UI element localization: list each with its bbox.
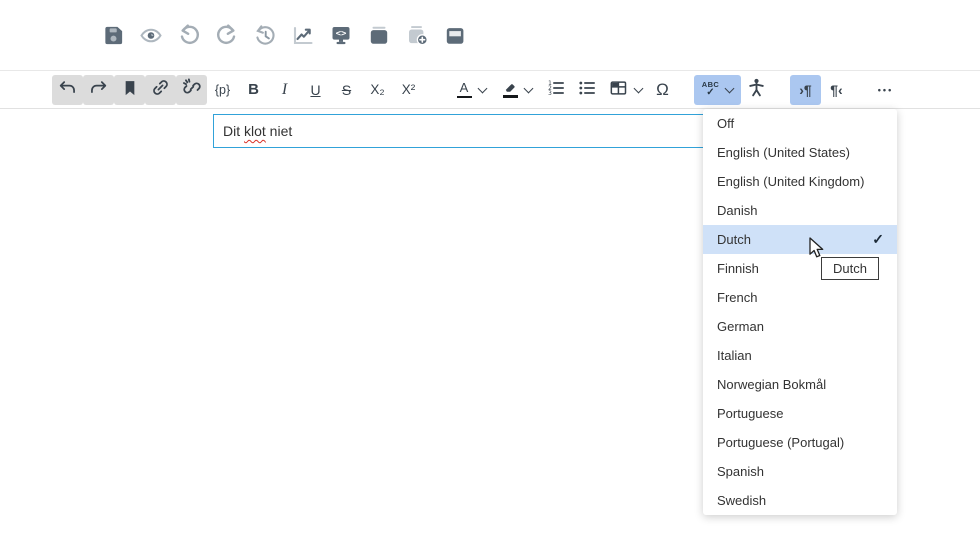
numbered-list-button[interactable]: 123 xyxy=(540,75,571,105)
superscript-button[interactable]: X² xyxy=(393,75,424,105)
save-icon[interactable] xyxy=(101,23,125,47)
text-direction-ltr-button[interactable]: ›¶ xyxy=(790,74,821,105)
menu-item-german[interactable]: German xyxy=(703,312,897,341)
numbered-list-icon: 123 xyxy=(546,78,566,102)
menu-item-off[interactable]: Off xyxy=(703,109,897,138)
menu-item-dutch[interactable]: Dutch ✓ xyxy=(703,225,897,254)
insert-table-button[interactable] xyxy=(602,75,647,105)
editor-text-block[interactable]: Dit klot niet xyxy=(213,114,710,148)
spellcheck-check-glyph: ✓ xyxy=(706,87,715,99)
chevron-down-icon xyxy=(724,83,735,93)
bold-label: B xyxy=(248,81,259,98)
strikethrough-button[interactable]: S xyxy=(331,75,362,105)
accessibility-person-icon xyxy=(746,77,767,102)
subscript-button[interactable]: X₂ xyxy=(362,75,393,105)
menu-item-italian[interactable]: Italian xyxy=(703,341,897,370)
menu-item-english-uk[interactable]: English (United Kingdom) xyxy=(703,167,897,196)
menu-item-spanish[interactable]: Spanish xyxy=(703,457,897,486)
bold-button[interactable]: B xyxy=(238,75,269,105)
highlight-button[interactable] xyxy=(494,75,540,105)
spellcheck-language-menu: Off English (United States) English (Uni… xyxy=(703,109,897,515)
table-icon xyxy=(608,78,628,102)
redo-button[interactable] xyxy=(83,74,114,105)
duplicate-add-icon[interactable] xyxy=(405,23,429,47)
checkmark-icon: ✓ xyxy=(872,231,884,247)
chevron-down-icon xyxy=(523,83,533,93)
chevron-down-icon xyxy=(633,83,643,93)
editor-text-after: niet xyxy=(265,123,293,139)
misspelled-word: klot xyxy=(244,123,266,139)
font-color-icon: A xyxy=(456,79,472,99)
menu-item-norwegian[interactable]: Norwegian Bokmål xyxy=(703,370,897,399)
more-options-button[interactable]: ••• xyxy=(870,75,901,105)
archive-icon[interactable] xyxy=(367,23,391,47)
strikethrough-label: S xyxy=(341,81,352,98)
menu-item-danish[interactable]: Danish xyxy=(703,196,897,225)
italic-label: I xyxy=(281,80,288,98)
more-options-dots: ••• xyxy=(877,84,894,95)
unlink-icon xyxy=(181,77,203,103)
link-button[interactable] xyxy=(145,74,176,105)
underline-label: U xyxy=(310,81,321,98)
svg-text:<>: <> xyxy=(336,29,347,39)
accessibility-button[interactable] xyxy=(741,75,772,105)
menu-item-english-us[interactable]: English (United States) xyxy=(703,138,897,167)
spellcheck-language-button[interactable]: ABC ✓ xyxy=(694,74,741,105)
tooltip: Dutch xyxy=(821,257,879,280)
undo-button[interactable] xyxy=(52,74,83,105)
preview-icon[interactable] xyxy=(139,23,163,47)
editor-text-before: Dit xyxy=(223,123,244,139)
underline-button[interactable]: U xyxy=(300,75,331,105)
bulleted-list-icon xyxy=(577,78,597,102)
chevron-down-icon xyxy=(477,83,487,93)
bookmark-icon xyxy=(120,78,140,102)
menu-item-portuguese-portugal[interactable]: Portuguese (Portugal) xyxy=(703,428,897,457)
menu-item-french[interactable]: French xyxy=(703,283,897,312)
revision-history-icon[interactable] xyxy=(253,23,277,47)
italic-button[interactable]: I xyxy=(269,75,300,105)
text-direction-rtl-button[interactable]: ¶‹ xyxy=(821,75,852,105)
redo-icon xyxy=(88,77,109,102)
code-block-button[interactable]: {p} xyxy=(207,75,238,105)
unlink-button[interactable] xyxy=(176,74,207,105)
font-color-label: A xyxy=(459,79,469,95)
superscript-label: X² xyxy=(401,82,416,97)
storage-icon[interactable] xyxy=(443,23,467,47)
bulleted-list-button[interactable] xyxy=(571,75,602,105)
svg-text:3: 3 xyxy=(548,91,552,97)
font-color-button[interactable]: A xyxy=(448,75,494,105)
special-characters-button[interactable]: Ω xyxy=(647,75,678,105)
link-icon xyxy=(150,77,171,102)
bookmark-button[interactable] xyxy=(114,74,145,105)
source-code-icon[interactable]: <> xyxy=(329,23,353,47)
statistics-icon[interactable] xyxy=(291,23,315,47)
highlight-marker-icon xyxy=(502,81,518,98)
formatting-toolbar: {p} B I U S X₂ X² A 123 Ω ABC ✓ ›¶ ¶‹ ••… xyxy=(0,70,980,109)
special-characters-label: Ω xyxy=(656,79,669,99)
rtl-paragraph-label: ¶‹ xyxy=(830,81,843,98)
undo-icon xyxy=(57,77,78,102)
menu-item-swedish[interactable]: Swedish xyxy=(703,486,897,515)
ltr-paragraph-label: ›¶ xyxy=(799,81,812,98)
subscript-label: X₂ xyxy=(370,82,385,97)
top-toolbar: <> xyxy=(0,0,980,70)
tooltip-text: Dutch xyxy=(833,261,867,276)
menu-item-portuguese[interactable]: Portuguese xyxy=(703,399,897,428)
spellcheck-icon: ABC ✓ xyxy=(702,81,719,99)
code-block-label: {p} xyxy=(214,82,231,97)
redo-icon[interactable] xyxy=(215,23,239,47)
undo-icon[interactable] xyxy=(177,23,201,47)
